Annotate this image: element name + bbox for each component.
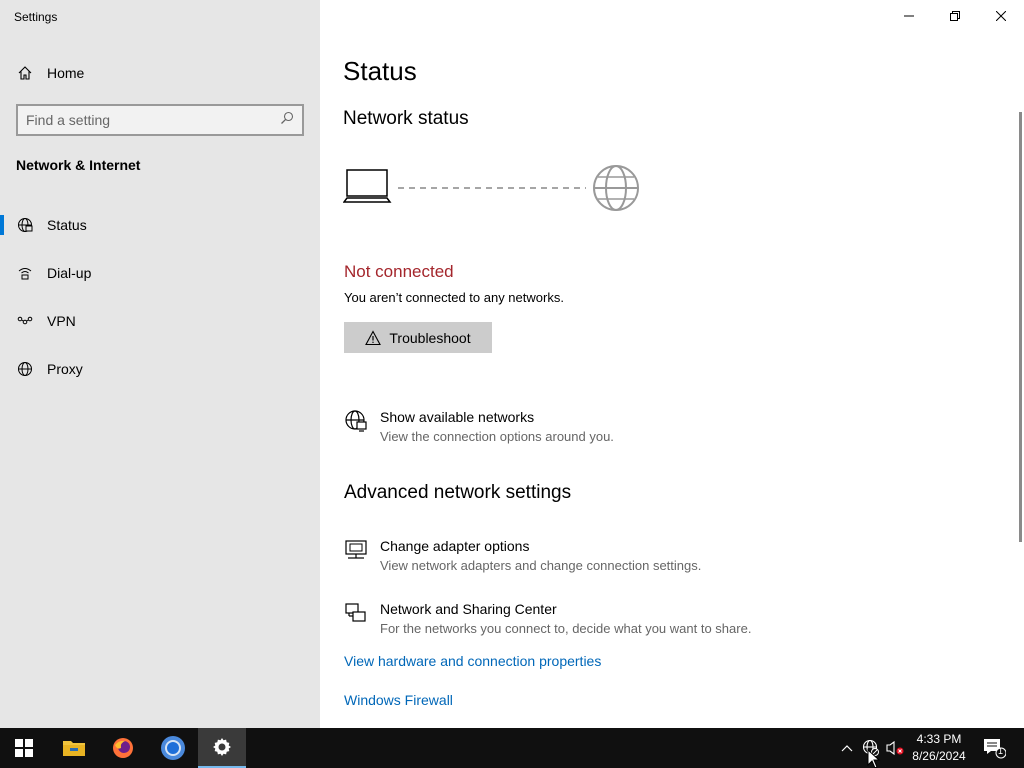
troubleshoot-label: Troubleshoot [389, 329, 471, 346]
show-networks-title: Show available networks [380, 409, 535, 425]
start-button[interactable] [0, 728, 48, 768]
search-icon[interactable] [280, 111, 294, 130]
page-title: Status [343, 56, 417, 86]
home-icon [16, 64, 34, 82]
adapter-options-desc: View network adapters and change connect… [380, 558, 702, 573]
tray-overflow-button[interactable] [838, 728, 856, 768]
start-icon [15, 739, 33, 757]
clock-time: 4:33 PM [916, 732, 962, 746]
sidebar-item-dialup[interactable]: Dial-up [0, 253, 320, 293]
windows-firewall-link[interactable]: Windows Firewall [344, 692, 453, 708]
dialup-icon [16, 264, 34, 282]
volume-muted-icon [886, 740, 904, 756]
sidebar: Settings Home Network & Internet Status [0, 0, 320, 728]
sidebar-item-label: Proxy [47, 361, 83, 377]
chromium-icon [161, 736, 185, 760]
sidebar-item-status[interactable]: Status [0, 205, 320, 245]
sharing-center-icon [344, 601, 368, 625]
search-input[interactable] [26, 112, 280, 128]
settings-icon [213, 738, 231, 756]
warning-icon [365, 329, 382, 345]
adapter-icon [344, 538, 368, 562]
sharing-center-desc: For the networks you connect to, decide … [380, 621, 752, 636]
sidebar-item-proxy[interactable]: Proxy [0, 349, 320, 389]
section-title: Network & Internet [16, 157, 141, 173]
mouse-cursor-icon [867, 749, 881, 768]
file-explorer-icon [63, 741, 85, 756]
globe-icon [593, 165, 639, 211]
chromium-button[interactable] [149, 728, 197, 768]
sharing-center-title: Network and Sharing Center [380, 601, 557, 617]
main-content: Status Network status Not connected You [320, 0, 1024, 728]
sharing-center-link[interactable]: Network and Sharing Center For the netwo… [344, 601, 751, 636]
sidebar-item-vpn[interactable]: VPN [0, 301, 320, 341]
chevron-up-icon [841, 745, 853, 752]
firefox-icon [113, 738, 133, 758]
show-networks-link[interactable]: Show available networks View the connect… [344, 409, 614, 444]
connection-description: You aren’t connected to any networks. [344, 290, 564, 305]
settings-taskbar-button[interactable] [198, 728, 246, 768]
globe-icon [16, 216, 34, 234]
connection-status: Not connected [344, 262, 454, 281]
scrollbar[interactable] [1019, 112, 1022, 542]
sidebar-item-label: Dial-up [47, 265, 92, 281]
laptop-icon [342, 169, 392, 203]
adapter-options-link[interactable]: Change adapter options View network adap… [344, 538, 701, 573]
app-title: Settings [14, 10, 58, 24]
home-label: Home [47, 65, 85, 81]
network-globe-icon [344, 409, 368, 433]
sidebar-item-label: Status [47, 217, 87, 233]
vpn-icon [16, 312, 34, 330]
network-status-heading: Network status [343, 108, 469, 129]
advanced-heading: Advanced network settings [344, 482, 572, 503]
show-networks-desc: View the connection options around you. [380, 429, 614, 444]
search-box[interactable] [16, 104, 304, 136]
firefox-button[interactable] [99, 728, 147, 768]
network-diagram [342, 160, 643, 220]
file-explorer-button[interactable] [50, 728, 98, 768]
troubleshoot-button[interactable]: Troubleshoot [344, 322, 492, 353]
globe-icon [16, 360, 34, 378]
settings-window: Settings Home Network & Internet Status [0, 0, 1024, 728]
notification-count: 1 [998, 746, 1004, 756]
action-center-button[interactable]: 1 [978, 728, 1010, 768]
clock-date: 8/26/2024 [912, 749, 966, 763]
tray-volume-button[interactable] [884, 728, 906, 768]
taskbar-clock[interactable]: 4:33 PM 8/26/2024 [905, 731, 973, 765]
adapter-options-title: Change adapter options [380, 538, 530, 554]
hardware-properties-link[interactable]: View hardware and connection properties [344, 653, 601, 669]
sidebar-item-label: VPN [47, 313, 76, 329]
home-nav-item[interactable]: Home [0, 53, 320, 93]
